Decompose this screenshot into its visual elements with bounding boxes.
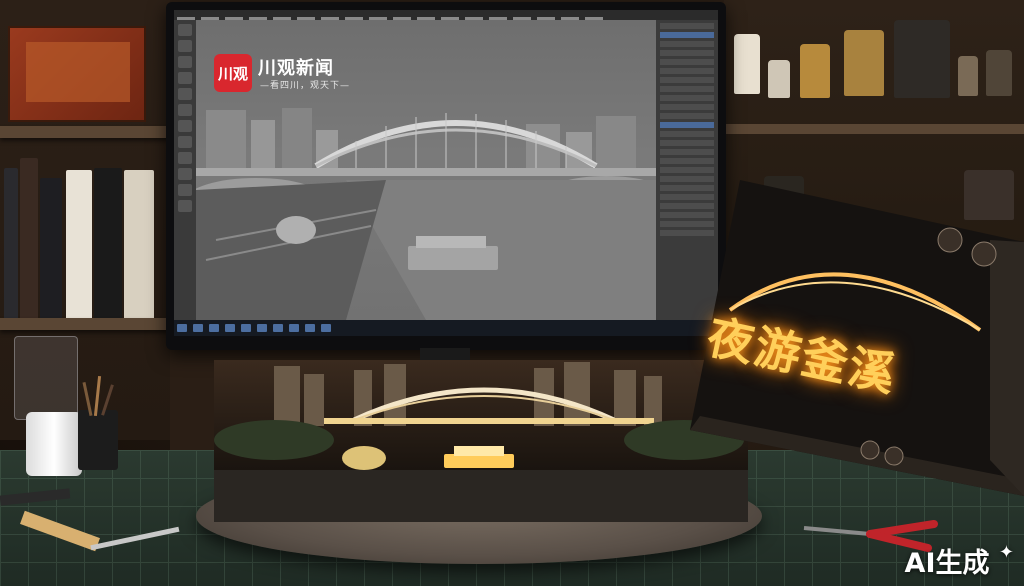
- shelf-board: [724, 124, 1024, 134]
- red-storage-box: [8, 26, 146, 122]
- photo-scene: 川观 川观新闻 —看四川，观天下— 夜游釜溪 AI生成 ✦: [0, 0, 1024, 586]
- news-logo-badge: 川观: [214, 54, 252, 92]
- white-bottle: [26, 412, 82, 476]
- shelf-board: [0, 318, 170, 330]
- news-logo-title: 川观新闻: [258, 58, 334, 79]
- news-logo-slogan: —看四川，观天下—: [260, 81, 351, 91]
- computer-monitor: 川观 川观新闻 —看四川，观天下—: [166, 2, 726, 350]
- os-taskbar: [174, 320, 718, 336]
- book-row: [0, 138, 170, 318]
- glass-jar: [14, 336, 78, 420]
- pen-cup: [78, 375, 118, 470]
- ai-generated-watermark: AI生成 ✦: [905, 541, 1014, 580]
- sparkle-icon: ✦: [998, 542, 1014, 563]
- bridge-diorama: [214, 360, 748, 470]
- model-base: [214, 466, 748, 522]
- shelf-board: [0, 126, 170, 138]
- monitor-screen: 川观 川观新闻 —看四川，观天下—: [174, 10, 718, 336]
- tool-sidebar: [174, 20, 196, 320]
- craft-tools: [0, 488, 180, 552]
- app-menu-bar: [174, 10, 718, 20]
- board-game-box: 夜游釜溪: [690, 180, 1024, 496]
- watermark-text: AI生成: [904, 548, 990, 579]
